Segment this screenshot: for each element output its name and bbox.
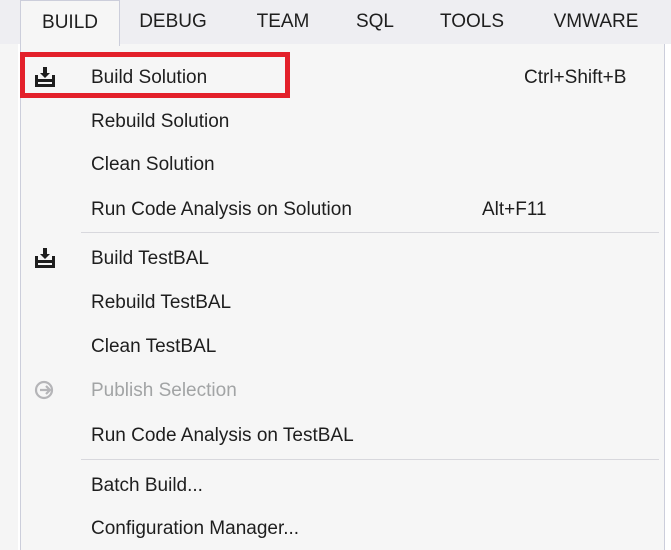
menu-item-publish-selection: Publish Selection — [21, 369, 664, 412]
menu-item-label: Build TestBAL — [91, 248, 209, 269]
menu-item-label: Clean TestBAL — [91, 336, 217, 357]
background-window-edge — [0, 0, 18, 550]
build-dropdown-menu: Build Solution Ctrl+Shift+B Rebuild Solu… — [20, 44, 665, 550]
menu-item-clean-solution[interactable]: Clean Solution — [21, 143, 664, 186]
shortcut-label: Alt+F11 — [482, 199, 547, 220]
menu-item-label: Configuration Manager... — [91, 518, 300, 539]
menu-item-run-code-analysis-solution[interactable]: Run Code Analysis on Solution Alt+F11 — [21, 188, 664, 231]
menu-debug[interactable]: DEBUG — [128, 0, 218, 44]
menu-item-label: Clean Solution — [91, 154, 215, 175]
highlight-box — [20, 52, 290, 98]
menu-team[interactable]: TEAM — [244, 0, 322, 44]
menu-item-build-testbal[interactable]: Build TestBAL — [21, 237, 664, 280]
menu-item-label: Rebuild TestBAL — [91, 292, 232, 313]
menu-item-label: Rebuild Solution — [91, 111, 230, 132]
menu-bar: BUILD DEBUG TEAM SQL TOOLS VMWARE — [0, 0, 671, 46]
menu-item-label: Run Code Analysis on Solution — [91, 199, 352, 220]
shortcut-label: Ctrl+Shift+B — [524, 67, 627, 88]
menu-item-clean-testbal[interactable]: Clean TestBAL — [21, 325, 664, 368]
menu-separator — [81, 459, 659, 460]
menu-item-batch-build[interactable]: Batch Build... — [21, 464, 664, 507]
menu-item-configuration-manager[interactable]: Configuration Manager... — [21, 507, 664, 550]
publish-icon — [34, 380, 54, 400]
menu-build[interactable]: BUILD — [20, 0, 120, 46]
menu-vmware[interactable]: VMWARE — [540, 0, 652, 44]
menu-item-rebuild-testbal[interactable]: Rebuild TestBAL — [21, 281, 664, 324]
menu-item-label: Run Code Analysis on TestBAL — [91, 425, 354, 446]
menu-separator — [81, 232, 659, 233]
menu-item-run-code-analysis-testbal[interactable]: Run Code Analysis on TestBAL — [21, 414, 664, 457]
menu-item-label: Publish Selection — [91, 380, 237, 401]
menu-tools[interactable]: TOOLS — [430, 0, 514, 44]
menu-sql[interactable]: SQL — [348, 0, 402, 44]
menu-item-label: Batch Build... — [91, 475, 203, 496]
menu-item-rebuild-solution[interactable]: Rebuild Solution — [21, 100, 664, 143]
build-icon — [35, 248, 55, 268]
